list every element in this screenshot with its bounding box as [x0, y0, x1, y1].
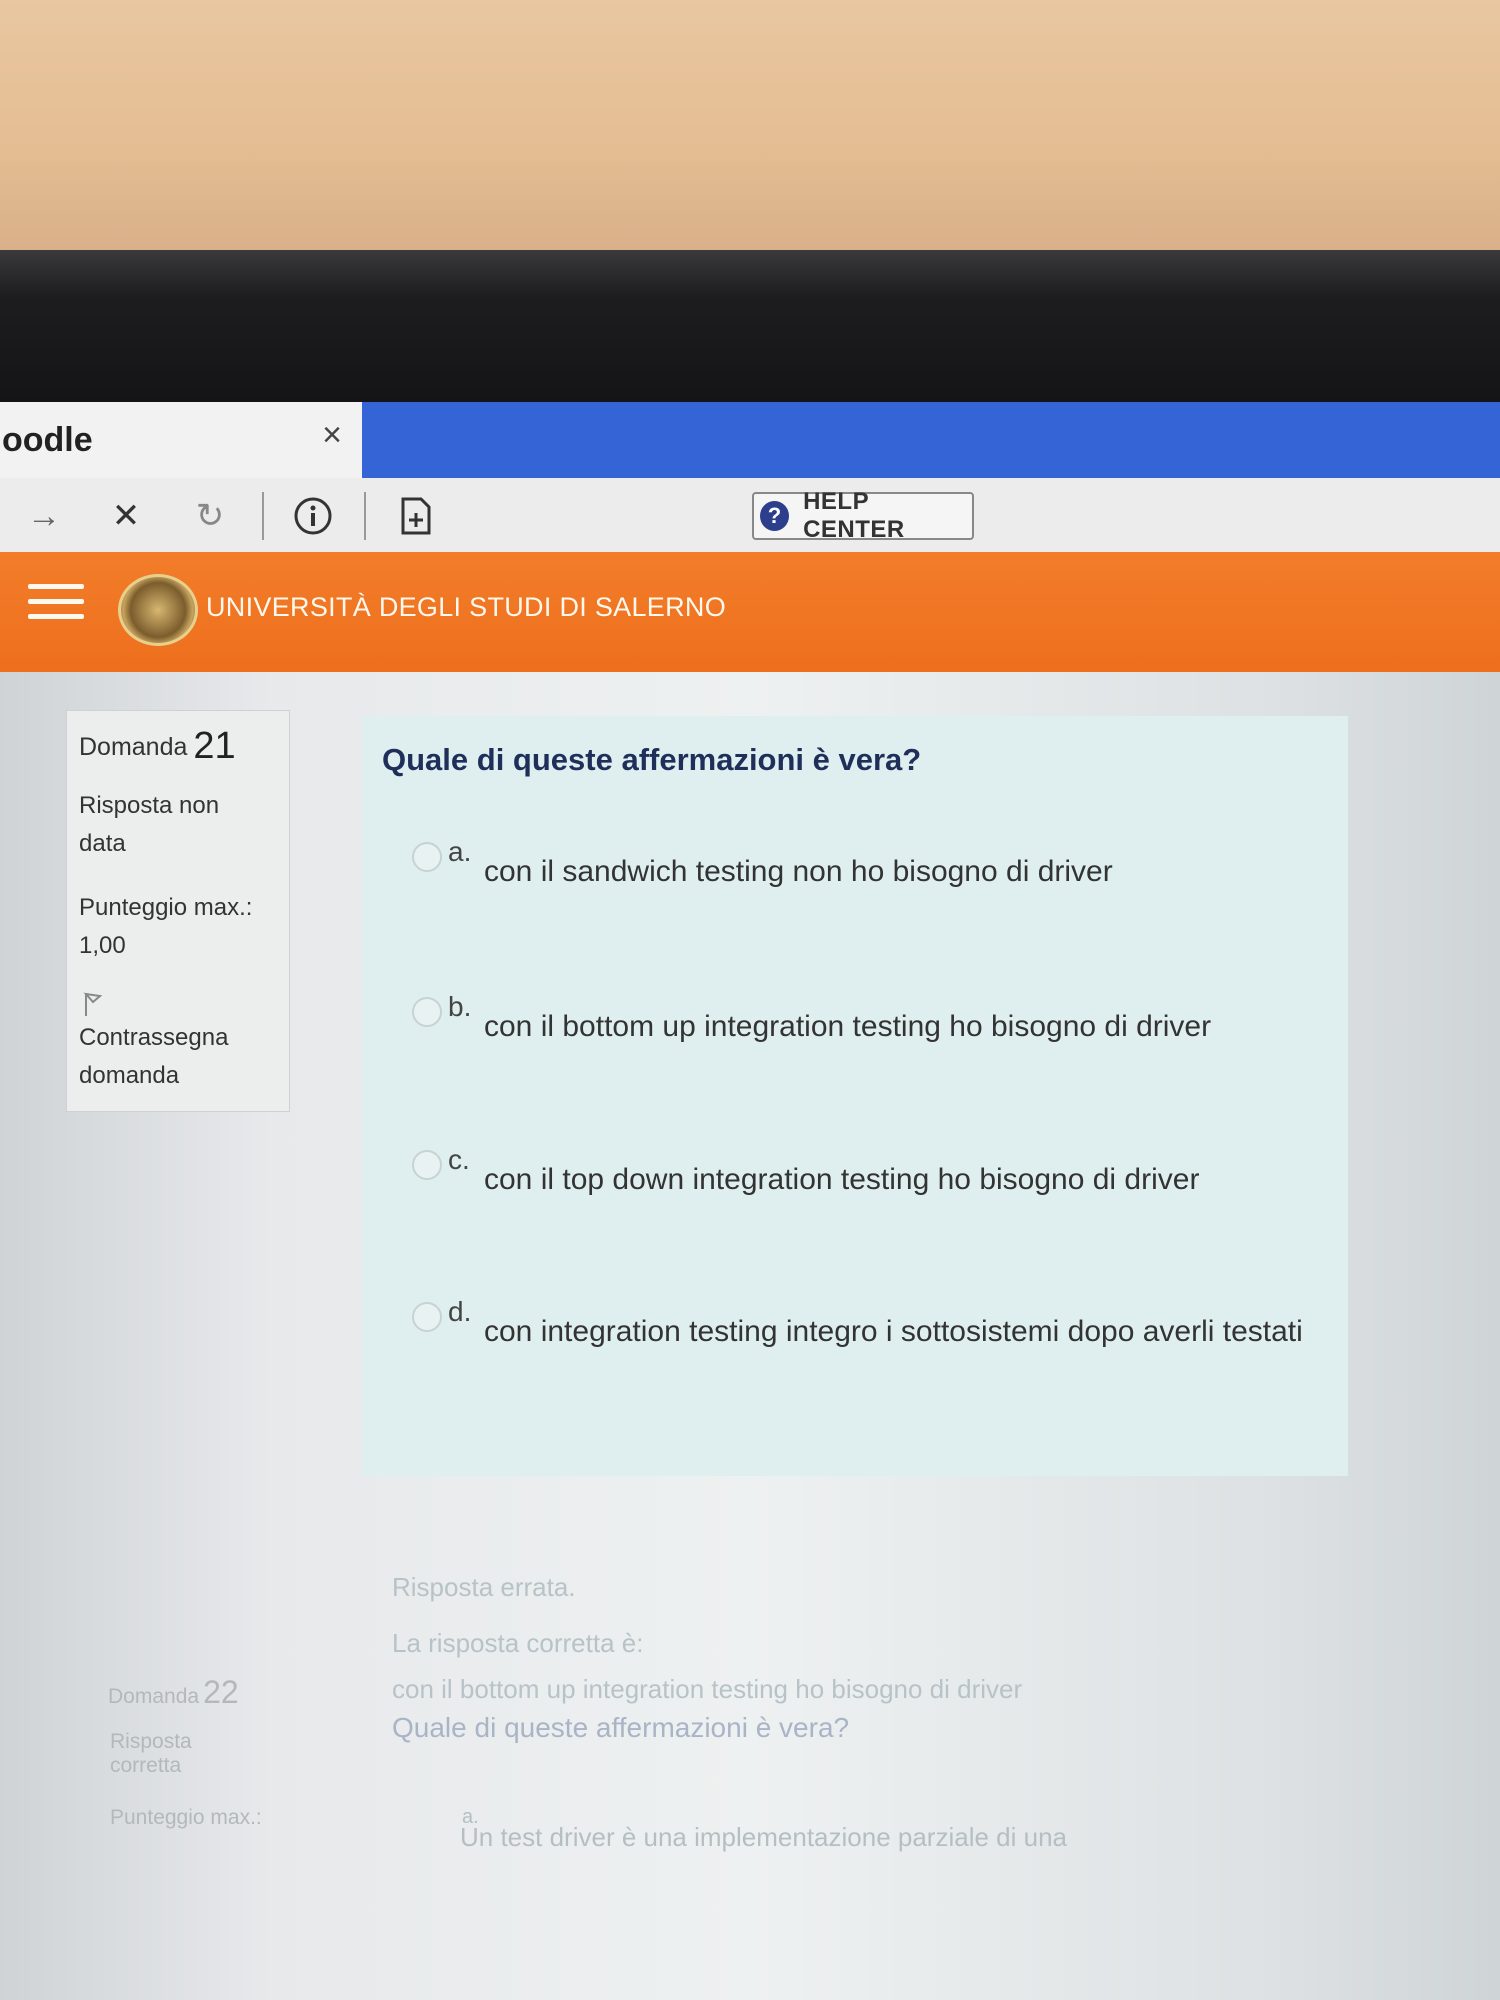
radio-button[interactable]: [412, 1150, 442, 1180]
next-question-max-score: Punteggio max.:: [110, 1806, 262, 1829]
flag-question-link[interactable]: Contrassegna domanda: [79, 1019, 289, 1095]
radio-button[interactable]: [412, 997, 442, 1027]
correct-answer-text: con il bottom up integration testing ho …: [392, 1674, 1023, 1704]
monitor-bezel: [0, 250, 1500, 592]
stop-icon[interactable]: ✕: [104, 492, 148, 540]
next-question-status: Risposta corretta: [110, 1730, 192, 1777]
info-icon[interactable]: [290, 492, 336, 540]
question-info: Domanda 21 Risposta non data Punteggio max…: [66, 710, 290, 1112]
feedback-result: Risposta errata.: [392, 1572, 576, 1602]
question-max-score: Punteggio max.: 1,00: [79, 894, 253, 959]
browser-window: oodle × → ✕ ↻ ? HELP CENTER UNIVERSITÀ D…: [0, 402, 1500, 2000]
question-formulation: Quale di queste affermazioni è vera? a. …: [362, 716, 1348, 1476]
tab-title: oodle: [2, 420, 93, 459]
option-text: con integration testing integro i sottos…: [484, 1315, 1303, 1348]
option-text: con il sandwich testing non ho bisogno d…: [484, 855, 1113, 888]
radio-button[interactable]: [412, 1302, 442, 1332]
help-icon: ?: [760, 501, 790, 531]
correct-answer-label: La risposta corretta è:: [392, 1628, 644, 1658]
next-answer-option-a[interactable]: Un test driver è una implementazione par…: [460, 1822, 1067, 1853]
new-page-icon[interactable]: [396, 492, 436, 540]
tab-bar: oodle ×: [0, 402, 1500, 478]
help-center-button[interactable]: ? HELP CENTER: [752, 488, 974, 543]
option-letter: d.: [448, 1296, 472, 1327]
answer-option-d[interactable]: d. con integration testing integro i sot…: [412, 1296, 1312, 1406]
menu-icon[interactable]: [28, 584, 84, 632]
university-name[interactable]: UNIVERSITÀ DEGLI STUDI DI SALERNO: [206, 592, 726, 623]
university-logo[interactable]: [118, 574, 198, 646]
desk-background: [0, 0, 1500, 250]
browser-tab[interactable]: oodle ×: [0, 402, 362, 478]
option-text: con il bottom up integration testing ho …: [484, 1010, 1212, 1043]
option-letter: a.: [448, 836, 472, 867]
next-question-number: Domanda 22: [108, 1674, 239, 1710]
tab-close-icon[interactable]: ×: [322, 416, 342, 455]
radio-button[interactable]: [412, 842, 442, 872]
answer-option-a[interactable]: a. con il sandwich testing non ho bisogn…: [412, 836, 1312, 896]
option-text: con il top down integration testing ho b…: [484, 1163, 1200, 1196]
help-center-label: HELP CENTER: [803, 488, 905, 543]
answer-option-b[interactable]: b. con il bottom up integration testing …: [412, 991, 1312, 1051]
answer-option-c[interactable]: c. con il top down integration testing h…: [412, 1144, 1312, 1204]
question-number: Domanda 21: [79, 725, 236, 767]
toolbar-divider: [262, 492, 264, 540]
quiz-page: Domanda 21 Risposta non data Punteggio max…: [0, 672, 1500, 2000]
option-letter: b.: [448, 991, 472, 1022]
site-header: UNIVERSITÀ DEGLI STUDI DI SALERNO: [0, 552, 1500, 672]
next-question-text: Quale di queste affermazioni è vera?: [392, 1712, 850, 1743]
forward-arrow-icon[interactable]: →: [22, 492, 66, 540]
question-status: Risposta non data: [79, 792, 220, 857]
question-text: Quale di queste affermazioni è vera?: [382, 742, 922, 777]
option-letter: c.: [448, 1144, 470, 1175]
toolbar-divider: [364, 492, 366, 540]
reload-icon[interactable]: ↻: [188, 492, 232, 540]
browser-toolbar: → ✕ ↻ ? HELP CENTER: [0, 478, 1500, 557]
